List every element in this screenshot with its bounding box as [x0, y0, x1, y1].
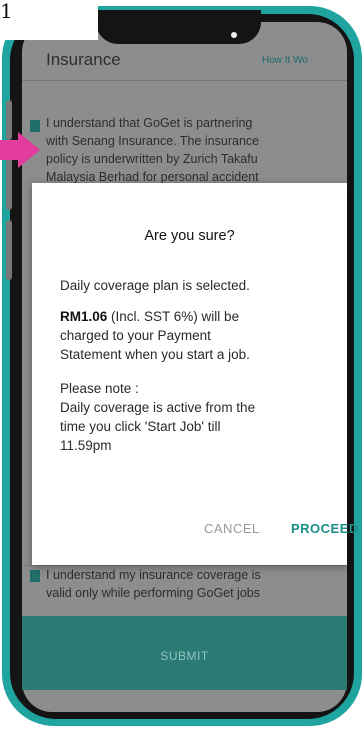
- coverage-terms-text: I understand my insurance coverage is va…: [46, 566, 346, 602]
- charge-text: RM1.06 (Incl. SST 6%) will be charged to…: [60, 307, 345, 364]
- insurance-terms-text: I understand that GoGet is partnering wi…: [46, 114, 346, 186]
- terms-line: with Senang Insurance. The insurance: [46, 134, 260, 148]
- phone-notch: [96, 10, 261, 44]
- terms-line: I understand my insurance coverage is: [46, 568, 261, 582]
- pointer-arrow-icon: [0, 132, 40, 168]
- note-line: Daily coverage is active from the: [60, 400, 256, 415]
- proceed-button[interactable]: PROCEED: [291, 521, 359, 536]
- note-text: Please note : Daily coverage is active f…: [60, 379, 345, 455]
- header-divider: [22, 80, 347, 81]
- terms-line: valid only while performing GoGet jobs: [46, 586, 260, 600]
- note-line: 11.59pm: [60, 438, 112, 453]
- terms-line: I understand that GoGet is partnering: [46, 116, 253, 130]
- step-number-label: 1: [0, 0, 98, 40]
- plan-selected-text: Daily coverage plan is selected.: [60, 278, 250, 293]
- charge-amount: RM1.06: [60, 309, 108, 324]
- cancel-button[interactable]: CANCEL: [204, 521, 260, 536]
- note-label: Please note :: [60, 381, 139, 396]
- note-line: time you click 'Start Job' till: [60, 419, 221, 434]
- charge-line: charged to your Payment: [60, 328, 211, 343]
- how-it-works-link[interactable]: How It Wo: [262, 55, 308, 66]
- submit-button[interactable]: SUBMIT: [22, 616, 347, 690]
- camera-dot: [231, 32, 237, 38]
- charge-line: Statement when you start a job.: [60, 347, 250, 362]
- page-title: Insurance: [46, 50, 121, 69]
- phone-side-button: [6, 220, 12, 280]
- terms-line: policy is underwritten by Zurich Takafu: [46, 152, 258, 166]
- confirmation-dialog: Are you sure? Daily coverage plan is sel…: [32, 183, 358, 565]
- coverage-checkbox[interactable]: [30, 570, 40, 582]
- dialog-title: Are you sure?: [144, 228, 235, 244]
- charge-amount-suffix: (Incl. SST 6%) will be: [107, 309, 240, 324]
- submit-label: SUBMIT: [160, 649, 209, 663]
